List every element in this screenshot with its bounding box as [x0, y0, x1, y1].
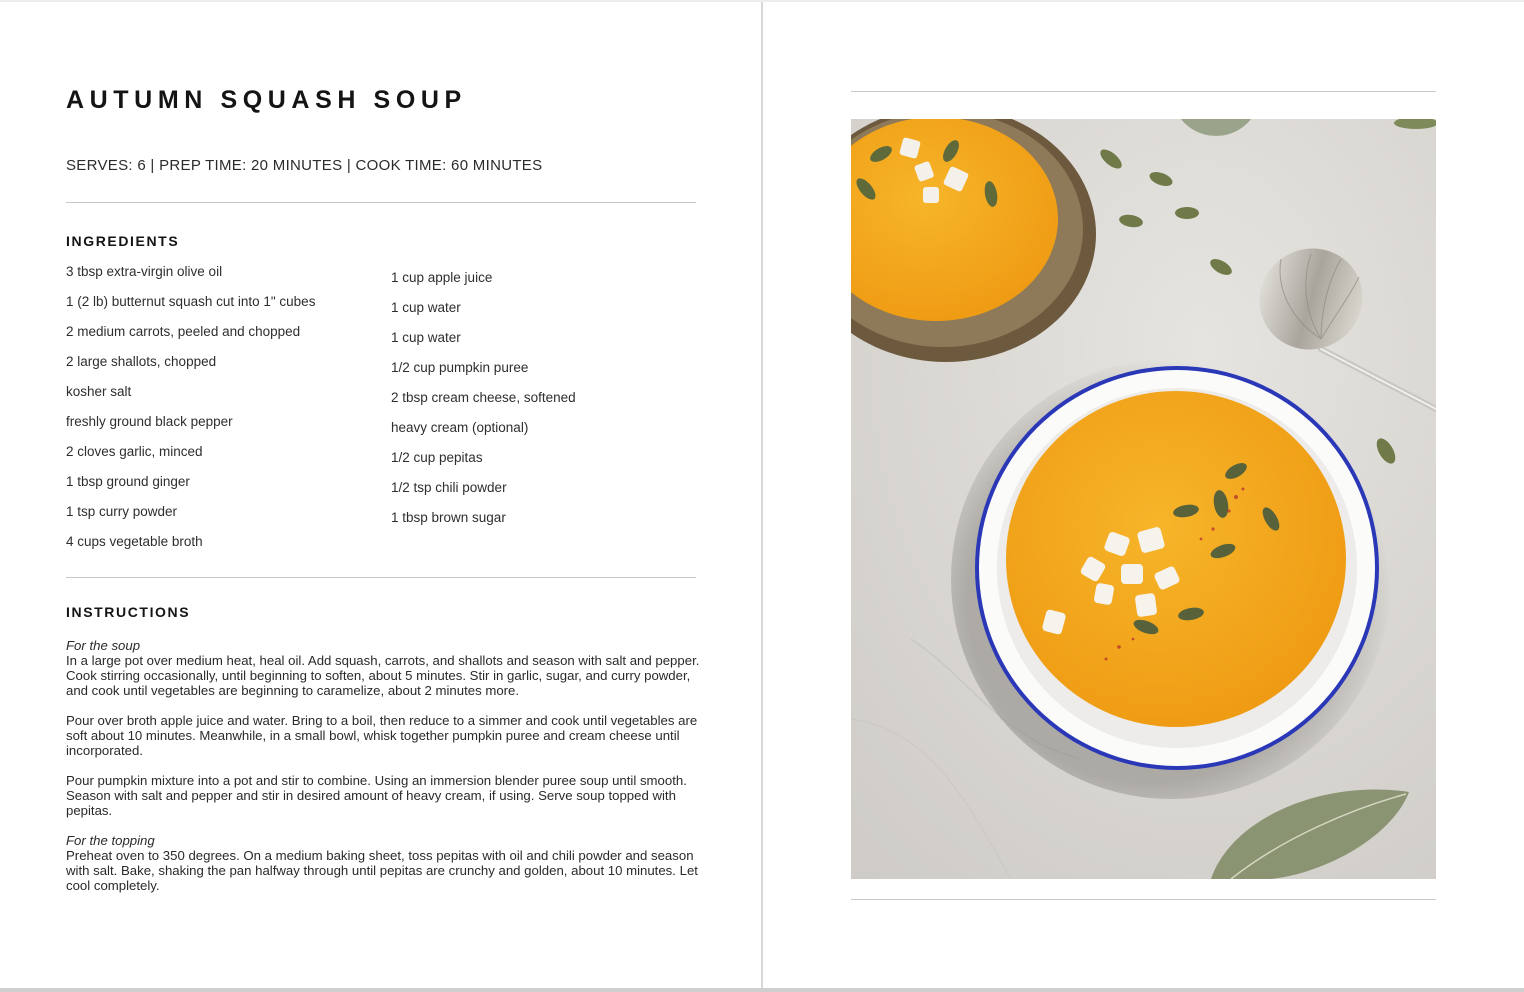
recipe-meta: SERVES: 6 | PREP TIME: 20 MINUTES | COOK…: [66, 157, 543, 174]
instruction-text: In a large pot over medium heat, heal oi…: [66, 653, 700, 698]
instruction-paragraph: For the soup In a large pot over medium …: [66, 638, 700, 698]
ingredient-item: 1 tsp curry powder: [66, 504, 178, 519]
ingredients-column-2: 1 cup apple juice 1 cup water 1 cup wate…: [391, 270, 576, 540]
ingredient-item: kosher salt: [66, 384, 132, 399]
ingredient-item: 2 tbsp cream cheese, softened: [391, 390, 576, 405]
page-edge: [0, 988, 1524, 992]
subsection-label: For the soup: [66, 638, 141, 653]
instruction-paragraph: For the topping Preheat oven to 350 degr…: [66, 833, 700, 893]
instructions-body: For the soup In a large pot over medium …: [66, 638, 700, 908]
subsection-label: For the topping: [66, 833, 155, 848]
instructions-heading: INSTRUCTIONS: [66, 604, 191, 620]
ingredient-item: 1 (2 lb) butternut squash cut into 1" cu…: [66, 294, 316, 309]
left-page: AUTUMN SQUASH SOUP SERVES: 6 | PREP TIME…: [0, 2, 761, 988]
ingredient-item: 1/2 cup pepitas: [391, 450, 483, 465]
instruction-text: Preheat oven to 350 degrees. On a medium…: [66, 848, 698, 893]
ingredient-item: 1 cup water: [391, 330, 461, 345]
ingredient-item: 1 cup apple juice: [391, 270, 493, 285]
soup-photo: [851, 119, 1436, 879]
ingredient-item: 2 cloves garlic, minced: [66, 444, 203, 459]
ingredient-item: 3 tbsp extra-virgin olive oil: [66, 264, 223, 279]
ingredients-heading: INGREDIENTS: [66, 233, 180, 249]
cookbook-spread: AUTUMN SQUASH SOUP SERVES: 6 | PREP TIME…: [0, 2, 1524, 988]
divider: [66, 577, 696, 578]
ingredient-item: 2 medium carrots, peeled and chopped: [66, 324, 301, 339]
divider: [66, 202, 696, 203]
ingredient-item: freshly ground black pepper: [66, 414, 233, 429]
ingredient-item: 4 cups vegetable broth: [66, 534, 203, 549]
photo-bottom-rule: [851, 899, 1436, 900]
ingredient-item: 2 large shallots, chopped: [66, 354, 217, 369]
ingredient-item: 1/2 tsp chili powder: [391, 480, 507, 495]
instruction-paragraph: Pour over broth apple juice and water. B…: [66, 713, 698, 758]
ingredient-item: heavy cream (optional): [391, 420, 529, 435]
soup-illustration: [851, 119, 1436, 879]
ingredient-item: 1 cup water: [391, 300, 461, 315]
ingredient-item: 1 tbsp ground ginger: [66, 474, 190, 489]
instruction-paragraph: Pour pumpkin mixture into a pot and stir…: [66, 773, 687, 818]
photo-top-rule: [851, 91, 1436, 92]
ingredients-column-1: 3 tbsp extra-virgin olive oil 1 (2 lb) b…: [66, 264, 315, 564]
recipe-title: AUTUMN SQUASH SOUP: [66, 86, 467, 114]
ingredient-item: 1 tbsp brown sugar: [391, 510, 506, 525]
ingredient-item: 1/2 cup pumpkin puree: [391, 360, 529, 375]
